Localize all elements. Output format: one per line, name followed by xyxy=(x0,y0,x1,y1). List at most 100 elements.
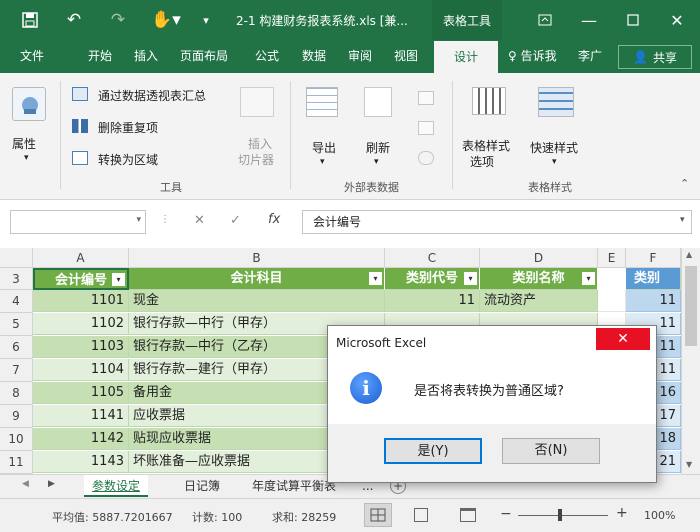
redo-icon[interactable]: ↷ xyxy=(106,8,130,32)
share-button[interactable]: 👤 共享 xyxy=(618,45,692,69)
table-cell-code[interactable]: 1142 xyxy=(33,428,129,450)
style-options-button[interactable]: 表格样式 选项 xyxy=(458,83,522,173)
table-cell-code[interactable]: 1141 xyxy=(33,405,129,427)
quick-styles-button[interactable]: 快速样式 ▾ xyxy=(526,83,586,173)
table-header-cell[interactable]: 会计科目 ▾ xyxy=(129,268,385,290)
close-icon[interactable]: ✕ xyxy=(660,8,694,32)
tab-file[interactable]: 文件 xyxy=(20,40,44,73)
formula-input[interactable]: 会计编号 xyxy=(302,210,692,234)
filter-dropdown-icon[interactable]: ▾ xyxy=(112,273,125,286)
sheet-nav-next-icon[interactable]: ▶ xyxy=(48,479,55,489)
column-header-f[interactable]: F xyxy=(626,248,681,268)
name-box-dropdown-icon[interactable]: ▾ xyxy=(136,215,141,225)
scroll-up-icon[interactable]: ▲ xyxy=(686,250,692,259)
insert-function-icon[interactable]: fx xyxy=(268,212,280,227)
table-cell-code[interactable]: 1143 xyxy=(33,451,129,473)
scroll-down-icon[interactable]: ▼ xyxy=(686,460,692,469)
filter-dropdown-icon[interactable]: ▾ xyxy=(582,272,595,285)
zoom-slider-thumb[interactable] xyxy=(558,509,562,521)
tell-me-label: 告诉我 xyxy=(520,49,557,63)
table-cell-code[interactable]: 1105 xyxy=(33,382,129,404)
table-header-cell[interactable]: 类别名称 ▾ xyxy=(480,268,598,290)
zoom-level[interactable]: 100% xyxy=(644,509,675,522)
collapse-ribbon-icon[interactable]: ⌃ xyxy=(680,177,689,190)
window-title: 2-1 构建财务报表系统.xls [兼... xyxy=(236,14,408,28)
page-break-view-icon[interactable] xyxy=(460,508,476,522)
column-header-a[interactable]: A xyxy=(33,248,129,268)
user-name[interactable]: 李广 xyxy=(578,40,602,73)
dialog-body: i 是否将表转换为普通区域? xyxy=(328,358,656,424)
tab-design[interactable]: 设计 xyxy=(434,40,498,73)
confirm-entry-icon[interactable]: ✓ xyxy=(230,213,241,228)
customize-qat-icon[interactable]: ▾ xyxy=(198,8,214,32)
sheet-tab-active[interactable]: 参数设定 xyxy=(84,475,149,497)
table-cell-code[interactable]: 1104 xyxy=(33,359,129,381)
tab-data[interactable]: 数据 xyxy=(302,40,326,73)
minimize-icon[interactable]: — xyxy=(572,8,606,32)
table-cell-code[interactable]: 1101 xyxy=(33,290,129,312)
ribbon-display-options-icon[interactable] xyxy=(528,8,562,32)
tab-view[interactable]: 视图 xyxy=(394,40,418,73)
filter-dropdown-icon[interactable]: ▾ xyxy=(369,272,382,285)
yes-button[interactable]: 是(Y) xyxy=(384,438,482,464)
zoom-slider[interactable] xyxy=(518,509,608,521)
row-header[interactable]: 3 xyxy=(0,268,33,290)
formula-bar-grip-icon[interactable]: ⋮ xyxy=(160,214,170,225)
name-box[interactable]: ▾ xyxy=(10,210,146,234)
convert-range-button[interactable]: 转换为区域 xyxy=(72,149,232,169)
select-all-corner[interactable] xyxy=(0,248,33,268)
touch-mode-icon[interactable]: ✋▾ xyxy=(148,8,184,32)
row-header[interactable]: 9 xyxy=(0,405,33,428)
column-header-e[interactable]: E xyxy=(598,248,626,268)
column-header-b[interactable]: B xyxy=(129,248,385,268)
sheet-tab[interactable]: 日记簿 xyxy=(176,475,228,497)
zoom-out-icon[interactable]: − xyxy=(500,506,512,522)
tab-insert[interactable]: 插入 xyxy=(134,40,158,73)
normal-view-icon[interactable] xyxy=(364,503,392,527)
refresh-button[interactable]: 刷新 ▾ xyxy=(356,83,404,173)
no-button[interactable]: 否(N) xyxy=(502,438,600,464)
tell-me-box[interactable]: ♀ 告诉我 xyxy=(508,40,557,73)
row-header[interactable]: 5 xyxy=(0,313,33,336)
table-cell-code[interactable]: 1102 xyxy=(33,313,129,335)
table-cell-e[interactable] xyxy=(598,290,626,312)
table-cell-code[interactable]: 1103 xyxy=(33,336,129,358)
row-header[interactable]: 6 xyxy=(0,336,33,359)
page-layout-view-icon[interactable] xyxy=(414,508,428,522)
cancel-entry-icon[interactable]: ✕ xyxy=(194,213,205,228)
dialog-title-bar[interactable]: Microsoft Excel ✕ xyxy=(328,326,656,358)
summarize-pivot-button[interactable]: 通过数据透视表汇总 xyxy=(72,85,232,105)
column-header-c[interactable]: C xyxy=(385,248,480,268)
row-header[interactable]: 10 xyxy=(0,428,33,451)
table-header-cell[interactable]: 类别代号 ▾ xyxy=(385,268,480,290)
remove-duplicates-button[interactable]: 删除重复项 xyxy=(72,117,232,137)
restore-icon[interactable] xyxy=(616,8,650,32)
column-header-d[interactable]: D xyxy=(480,248,598,268)
row-header[interactable]: 8 xyxy=(0,382,33,405)
row-header[interactable]: 11 xyxy=(0,451,33,474)
row-header[interactable]: 4 xyxy=(0,290,33,313)
zoom-in-icon[interactable]: + xyxy=(616,505,628,521)
tab-home[interactable]: 开始 xyxy=(88,40,112,73)
vertical-scrollbar[interactable]: ▲ ▼ xyxy=(681,248,700,474)
scroll-thumb[interactable] xyxy=(685,266,697,346)
sheet-nav-prev-icon[interactable]: ◀ xyxy=(22,479,29,489)
table-header-cell-f[interactable]: 类别 xyxy=(626,268,681,290)
open-in-browser-icon xyxy=(418,121,434,135)
dialog-close-button[interactable]: ✕ xyxy=(596,328,650,350)
table-cell-cat-code[interactable]: 11 xyxy=(385,290,480,312)
row-header[interactable]: 7 xyxy=(0,359,33,382)
export-button[interactable]: 导出 ▾ xyxy=(300,83,348,173)
undo-icon[interactable]: ↶ xyxy=(62,8,86,32)
table-header-cell[interactable]: 会计编号 ▾ xyxy=(33,268,129,290)
properties-button[interactable]: 属性 ▾ xyxy=(8,83,52,167)
filter-dropdown-icon[interactable]: ▾ xyxy=(464,272,477,285)
expand-formula-icon[interactable]: ▾ xyxy=(680,215,685,225)
tab-review[interactable]: 审阅 xyxy=(348,40,372,73)
table-cell-cat-name[interactable]: 流动资产 xyxy=(480,290,598,312)
table-cell-subject[interactable]: 现金 xyxy=(129,290,385,312)
tab-page-layout[interactable]: 页面布局 xyxy=(180,40,228,73)
table-cell-f[interactable]: 11 xyxy=(626,290,681,312)
save-icon[interactable] xyxy=(18,8,42,32)
tab-formulas[interactable]: 公式 xyxy=(255,40,279,73)
